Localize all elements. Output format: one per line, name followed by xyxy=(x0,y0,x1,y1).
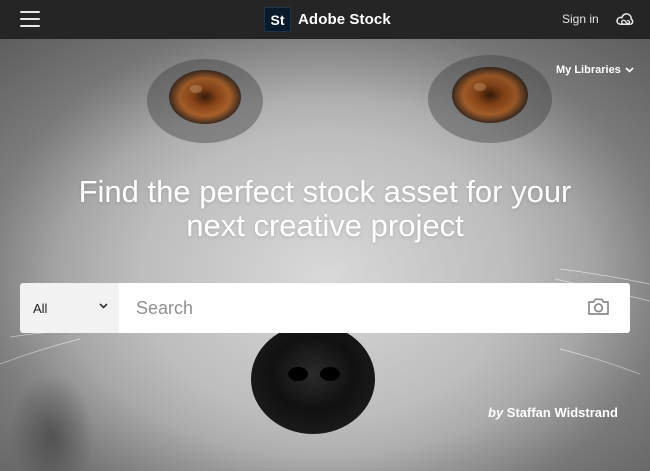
my-libraries-dropdown[interactable]: My Libraries xyxy=(556,64,634,76)
hero-background-image: My Libraries Find the perfect stock asse… xyxy=(0,39,650,471)
search-bar: All xyxy=(20,283,630,333)
photo-credit-name[interactable]: Staffan Widstrand xyxy=(507,405,618,420)
headline-line-1: Find the perfect stock asset for your xyxy=(78,174,572,209)
asset-type-filter-select[interactable]: All xyxy=(20,283,119,333)
adobe-stock-logo-link[interactable]: St Adobe Stock xyxy=(264,7,391,32)
chevron-down-icon xyxy=(99,303,108,309)
my-libraries-label: My Libraries xyxy=(556,64,621,76)
camera-icon[interactable] xyxy=(587,297,610,316)
top-navigation-bar: St Adobe Stock Sign in xyxy=(0,0,650,39)
filter-value: All xyxy=(33,300,48,316)
search-field-wrapper xyxy=(119,283,630,333)
chevron-down-icon xyxy=(625,67,634,73)
creative-cloud-icon[interactable] xyxy=(615,10,634,28)
sign-in-link[interactable]: Sign in xyxy=(562,12,599,26)
brand-name: Adobe Stock xyxy=(298,11,391,28)
stock-logo-icon: St xyxy=(264,7,291,32)
headline-line-2: next creative project xyxy=(186,208,464,243)
photo-credit: by Staffan Widstrand xyxy=(488,405,618,420)
photo-credit-prefix: by xyxy=(488,405,504,420)
page-headline: Find the perfect stock asset for your ne… xyxy=(0,175,650,243)
hamburger-menu-icon[interactable] xyxy=(20,11,40,28)
search-input[interactable] xyxy=(119,283,630,333)
